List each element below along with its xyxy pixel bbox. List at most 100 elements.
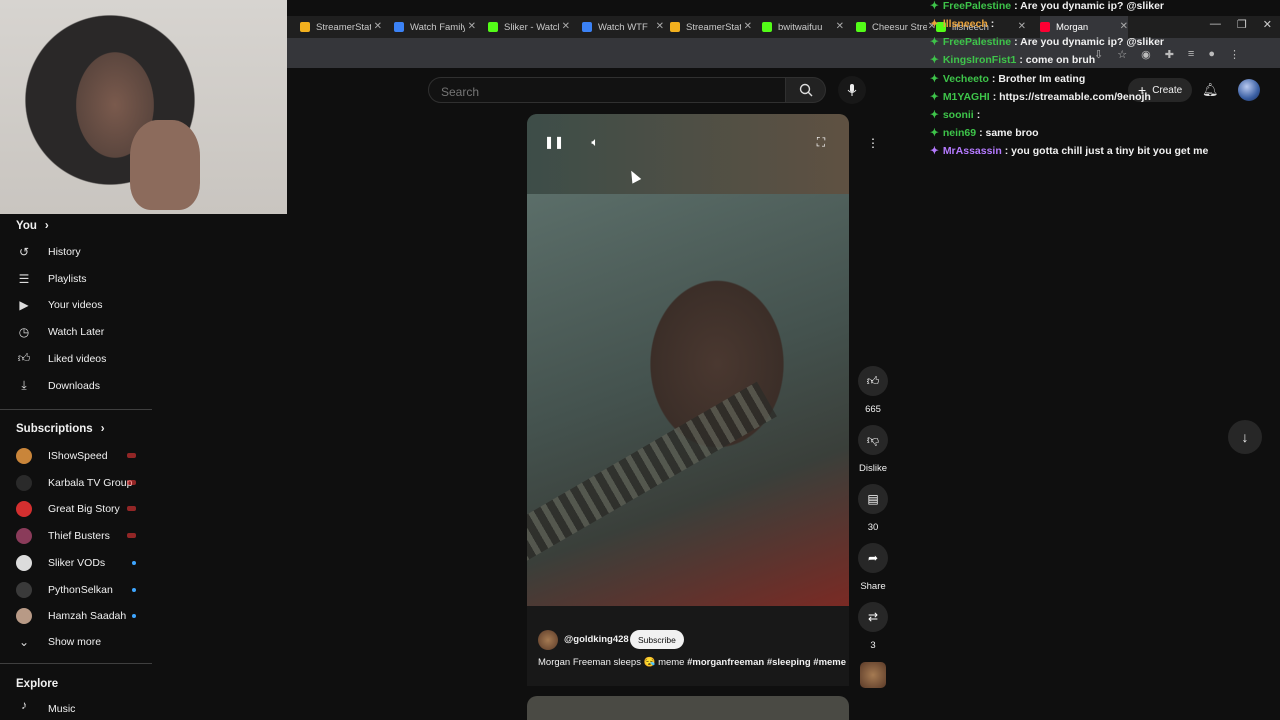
pause-icon[interactable]: ❚❚ <box>544 132 564 152</box>
tab-label: Cheesur Stre <box>872 21 927 33</box>
channel-avatar[interactable] <box>538 630 558 650</box>
create-label: Create <box>1152 84 1183 96</box>
browser-tab[interactable]: Watch WTF ✕ <box>582 16 664 38</box>
chat-text: : Are you dynamic ip? @sliker <box>1014 36 1165 48</box>
browser-tab[interactable]: Morgan ✕ <box>1040 16 1128 38</box>
close-tab-icon[interactable]: ✕ <box>374 21 382 32</box>
chat-username[interactable]: KingsIronFist1 <box>943 54 1017 66</box>
restore-icon[interactable]: ❐ <box>1237 18 1247 31</box>
live-indicator-icon <box>127 506 136 512</box>
subscription-label: Karbala TV Group <box>48 476 133 489</box>
close-tab-icon[interactable]: ✕ <box>836 21 844 32</box>
media-controls-icon[interactable]: ≡ <box>1188 48 1194 61</box>
chat-username[interactable]: soonii <box>943 109 974 121</box>
sidebar-item-downloads[interactable]: ⤓ Downloads <box>16 373 154 399</box>
next-video-button[interactable]: ↓ <box>1228 420 1262 454</box>
browser-tab[interactable]: StreamerStats ✕ <box>300 16 382 38</box>
sidebar-item-liked-videos[interactable]: 👍︎ Liked videos <box>16 346 154 372</box>
subscription-item[interactable]: Thief Busters <box>16 523 154 549</box>
browser-tab[interactable]: StreamerStats ✕ <box>670 16 752 38</box>
profile-icon[interactable]: ● <box>1208 48 1215 61</box>
sound-thumbnail[interactable] <box>860 662 886 688</box>
chat-message: ✦ FreePalestine: Are you dynamic ip? @sli… <box>930 0 1164 12</box>
chat-username[interactable]: MrAssassin <box>943 145 1002 157</box>
minimize-icon[interactable]: — <box>1210 18 1221 31</box>
short-video-player[interactable]: ❚❚ 🔈︎ ⛶ <box>527 114 849 606</box>
browser-tab[interactable]: Sliker - Watch ✕ <box>488 16 570 38</box>
channel-name[interactable]: @goldking428 <box>564 634 629 645</box>
like-button[interactable]: 👍︎ 665 <box>852 366 894 415</box>
search-button[interactable] <box>786 77 826 103</box>
explore-title-label: Explore <box>16 678 59 690</box>
chat-badge-icon: ✦ <box>930 36 939 48</box>
channel-avatar <box>16 608 32 625</box>
close-window-icon[interactable]: ✕ <box>1263 18 1272 31</box>
chat-username[interactable]: lllsneech <box>943 18 988 30</box>
close-tab-icon[interactable]: ✕ <box>1120 21 1128 32</box>
close-tab-icon[interactable]: ✕ <box>1018 21 1026 32</box>
share-button[interactable]: ➦ Share <box>852 543 894 592</box>
browser-tab[interactable]: bwitwaifuu ✕ <box>762 16 844 38</box>
volume-icon[interactable]: 🔈︎ <box>585 132 605 152</box>
account-avatar[interactable] <box>1238 79 1260 101</box>
window-controls: — ❐ ✕ <box>1210 18 1272 31</box>
subscription-item[interactable]: Hamzah Saadah <box>16 603 154 629</box>
notifications-bell-icon[interactable]: 🔔︎ <box>1202 82 1219 98</box>
install-icon[interactable]: ⇩ <box>1094 48 1103 61</box>
chat-username[interactable]: FreePalestine <box>943 36 1011 48</box>
extension-icon[interactable]: ◉ <box>1141 48 1151 61</box>
chat-text: : you gotta chill just a tiny bit you ge… <box>1004 145 1209 157</box>
next-short-preview[interactable] <box>527 696 849 720</box>
sidebar-you-title[interactable]: You › <box>16 220 49 232</box>
search-box[interactable] <box>428 77 786 103</box>
subscription-item[interactable]: Karbala TV Group <box>16 470 154 496</box>
close-tab-icon[interactable]: ✕ <box>468 21 476 32</box>
comment-count: 30 <box>867 522 879 533</box>
more-options-button[interactable]: ⋮ <box>852 128 894 158</box>
browser-tab[interactable]: Cheesur Stre ✕ <box>856 16 936 38</box>
sidebar-divider <box>0 409 152 410</box>
comments-button[interactable]: ▤ 30 <box>852 484 894 533</box>
chat-message: ✦ MrAssassin: you gotta chill just a tiny… <box>930 145 1208 157</box>
chat-username[interactable]: nein69 <box>943 127 976 139</box>
subscription-item[interactable]: Great Big Story <box>16 496 154 522</box>
search-input[interactable] <box>439 84 763 100</box>
sidebar-explore-title: Explore <box>16 678 58 690</box>
voice-search-button[interactable] <box>838 76 866 104</box>
sidebar-subscriptions-title[interactable]: Subscriptions › <box>16 423 105 435</box>
caption-hashtags[interactable]: #morganfreeman #sleeping #meme <box>687 657 846 668</box>
show-more-button[interactable]: ⌄ Show more <box>16 629 154 655</box>
sidebar-item-your-videos[interactable]: ▶ Your videos <box>16 292 154 318</box>
webcam-hand <box>130 120 200 210</box>
chat-text: : <box>990 18 995 30</box>
sidebar-item-history[interactable]: ↺ History <box>16 239 154 265</box>
chat-badge-icon: ✦ <box>930 109 939 121</box>
chat-username[interactable]: Vecheeto <box>943 73 989 85</box>
sidebar-item-playlists[interactable]: ☰ Playlists <box>16 266 154 292</box>
dislike-label: Dislike <box>859 463 887 474</box>
dislike-button[interactable]: 👎︎ Dislike <box>852 425 894 474</box>
subscription-item[interactable]: PythonSelkan <box>16 577 154 603</box>
chat-badge-icon: ✦ <box>930 0 939 12</box>
chat-message: ✦ Vecheeto: Brother Im eating <box>930 73 1085 85</box>
address-bar-icons: ⇩ ☆ ◉ ✚ ≡ ● ⋮ <box>1094 48 1240 61</box>
chat-message: ✦ lllsneech: <box>930 18 994 30</box>
menu-icon[interactable]: ⋮ <box>1229 48 1240 61</box>
close-tab-icon[interactable]: ✕ <box>744 21 752 32</box>
chat-username[interactable]: FreePalestine <box>943 0 1011 12</box>
playlists-icon: ☰ <box>18 271 30 286</box>
sidebar-item-music[interactable]: ♪ Music <box>16 697 154 715</box>
subscription-item[interactable]: IShowSpeed <box>16 443 154 469</box>
close-tab-icon[interactable]: ✕ <box>562 21 570 32</box>
sidebar-item-watch-later[interactable]: ◷ Watch Later <box>16 319 154 345</box>
subscribe-button[interactable]: Subscribe <box>630 630 684 649</box>
puzzle-icon[interactable]: ✚ <box>1165 48 1174 61</box>
chat-username[interactable]: M1YAGHI <box>943 91 990 103</box>
browser-tab[interactable]: Watch Family Guy✕ <box>394 16 476 38</box>
fullscreen-icon[interactable]: ⛶ <box>811 132 831 152</box>
subscription-item[interactable]: Sliker VODs <box>16 550 154 576</box>
remix-button[interactable]: ⇄ 3 <box>852 602 894 651</box>
bookmark-star-icon[interactable]: ☆ <box>1117 48 1127 61</box>
close-tab-icon[interactable]: ✕ <box>656 21 664 32</box>
chat-badge-icon: ✦ <box>930 91 939 103</box>
